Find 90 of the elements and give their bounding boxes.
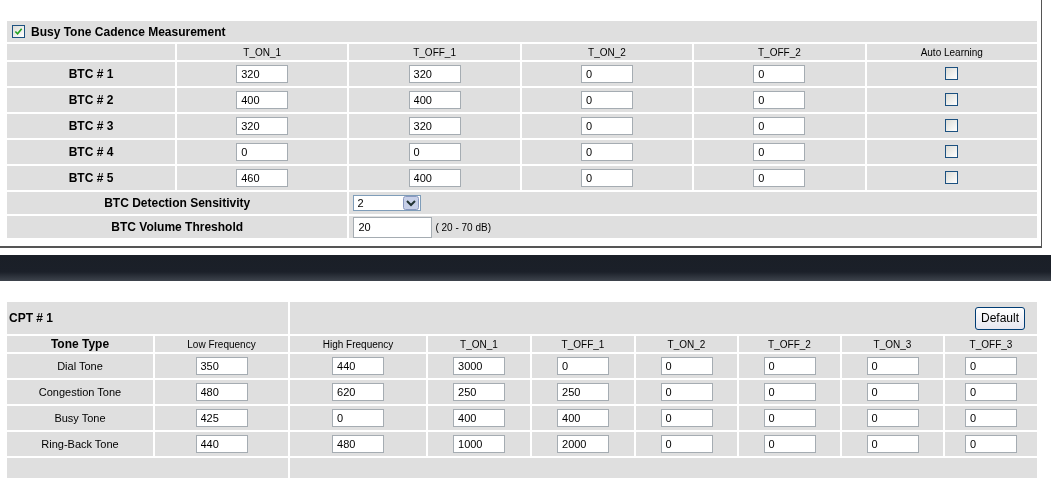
caret-icon <box>403 196 420 210</box>
input-field[interactable]: 320 <box>236 117 289 135</box>
row-label: BTC # 3 <box>7 114 175 138</box>
auto-learning-checkbox[interactable] <box>945 144 959 158</box>
input-field[interactable]: 0 <box>965 435 1017 453</box>
input-field[interactable]: 0 <box>753 169 806 187</box>
row-label: Ring-Back Tone <box>7 432 153 456</box>
input-field[interactable]: 0 <box>236 143 289 161</box>
column-header: T_OFF_3 <box>945 336 1037 352</box>
input-field[interactable]: 400 <box>453 409 505 427</box>
input-field[interactable]: 0 <box>580 143 633 161</box>
input-field[interactable]: 480 <box>332 435 384 453</box>
input-field[interactable]: 0 <box>753 65 806 83</box>
column-header: T_OFF_2 <box>694 44 865 60</box>
input-field[interactable]: 0 <box>753 91 806 109</box>
input-field[interactable]: 0 <box>753 117 806 135</box>
input-field[interactable]: 0 <box>660 435 713 453</box>
column-header: T_OFF_1 <box>349 44 520 60</box>
column-header: Low Frequency <box>155 336 288 352</box>
auto-learning-checkbox[interactable] <box>945 118 959 132</box>
input-field[interactable]: 350 <box>195 357 248 375</box>
input-field[interactable]: 440 <box>332 357 384 375</box>
input-field[interactable]: 320 <box>236 65 289 83</box>
input-field[interactable]: 400 <box>236 91 289 109</box>
row-label: BTC # 4 <box>7 140 175 164</box>
input-field[interactable]: 0 <box>660 409 713 427</box>
row-label: Busy Tone <box>7 406 153 430</box>
input-field[interactable]: 425 <box>195 409 248 427</box>
input-field[interactable]: 0 <box>763 383 816 401</box>
range-hint: ( 20 - 70 dB) <box>435 221 491 233</box>
input-field[interactable]: 0 <box>866 409 919 427</box>
input-field[interactable]: 3000 <box>453 357 505 375</box>
input-field[interactable]: 0 <box>763 357 816 375</box>
input-field[interactable]: 400 <box>408 169 461 187</box>
input-field[interactable]: 0 <box>866 357 919 375</box>
input-field[interactable]: 0 <box>965 409 1017 427</box>
input-field[interactable]: 400 <box>557 409 609 427</box>
input-field[interactable]: 400 <box>408 91 461 109</box>
input-field[interactable]: 0 <box>753 143 806 161</box>
input-field[interactable]: 0 <box>557 357 609 375</box>
input-field[interactable]: 0 <box>866 435 919 453</box>
input-field[interactable]: 320 <box>408 65 461 83</box>
column-header: T_OFF_1 <box>532 336 634 352</box>
input-field[interactable]: 0 <box>965 383 1017 401</box>
column-header: T_ON_1 <box>177 44 348 60</box>
input-field[interactable]: 250 <box>557 383 609 401</box>
input-field[interactable]: 0 <box>866 383 919 401</box>
input-field[interactable]: 620 <box>332 383 384 401</box>
input-field[interactable]: 320 <box>408 117 461 135</box>
row-label: BTC # 1 <box>7 62 175 86</box>
input-field[interactable]: 440 <box>195 435 248 453</box>
input-field[interactable]: 0 <box>660 357 713 375</box>
input-field[interactable]: 0 <box>580 91 633 109</box>
input-field[interactable]: 0 <box>763 435 816 453</box>
section-title: Busy Tone Cadence Measurement <box>31 24 226 39</box>
input-field[interactable]: 0 <box>763 409 816 427</box>
auto-learning-checkbox[interactable] <box>945 170 959 184</box>
enable-checkbox[interactable] <box>12 25 25 38</box>
input-field[interactable]: 0 <box>580 117 633 135</box>
input-field[interactable]: 2000 <box>557 435 609 453</box>
row-label: BTC # 2 <box>7 88 175 112</box>
input-field[interactable]: 0 <box>580 169 633 187</box>
input-field[interactable]: 20 <box>353 216 433 238</box>
input-field[interactable]: 0 <box>580 65 633 83</box>
column-header: T_OFF_2 <box>739 336 840 352</box>
input-field[interactable]: 0 <box>332 409 384 427</box>
field-label: BTC Volume Threshold <box>7 216 348 238</box>
column-header: T_ON_2 <box>521 44 693 60</box>
input-field[interactable]: 480 <box>195 383 248 401</box>
input-field[interactable]: 460 <box>236 169 289 187</box>
input-field[interactable]: 1000 <box>453 435 505 453</box>
auto-learning-checkbox[interactable] <box>945 66 959 80</box>
column-header: T_ON_1 <box>428 336 530 352</box>
input-field[interactable]: 0 <box>660 383 713 401</box>
column-header: T_ON_2 <box>636 336 737 352</box>
input-field[interactable]: 0 <box>408 143 461 161</box>
field-label: BTC Detection Sensitivity <box>7 192 348 214</box>
row-label: BTC # 5 <box>7 166 175 190</box>
section-title: CPT # 1 <box>7 302 288 334</box>
row-label: Congestion Tone <box>7 380 153 404</box>
row-label: Dial Tone <box>7 354 153 378</box>
input-field[interactable]: 0 <box>965 357 1017 375</box>
column-header: T_ON_3 <box>842 336 943 352</box>
column-header: High Frequency <box>290 336 426 352</box>
auto-learning-checkbox[interactable] <box>945 92 959 106</box>
column-header: Tone Type <box>7 336 153 352</box>
column-header: Auto Learning <box>866 44 1037 60</box>
default-button[interactable]: Default <box>974 306 1025 330</box>
input-field[interactable]: 250 <box>453 383 505 401</box>
sensitivity-dropdown[interactable]: 2 <box>353 195 422 211</box>
